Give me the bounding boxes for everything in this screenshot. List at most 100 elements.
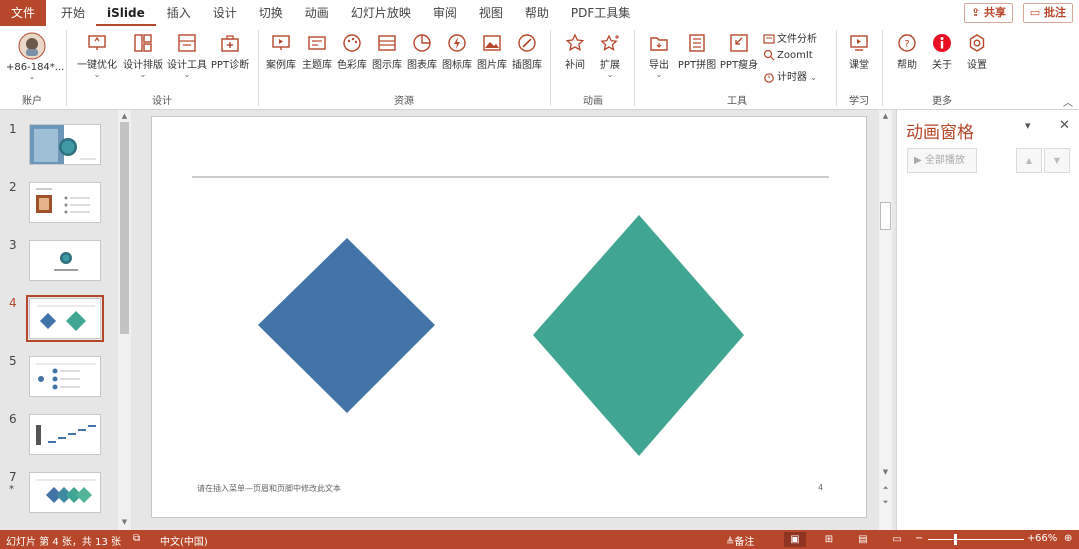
ppt-collage-button[interactable]: PPT拼图 — [676, 30, 718, 71]
slide-thumbnail-5[interactable] — [29, 356, 101, 397]
export-icon — [650, 37, 668, 51]
extend-button[interactable]: 扩展 ⌄ — [592, 30, 628, 79]
one-click-optimize-button[interactable]: 一键优化 ⌄ — [74, 30, 120, 79]
ppt-slim-button[interactable]: PPT瘦身 — [718, 30, 760, 71]
slide-5-preview — [36, 363, 96, 390]
pie-chart-icon — [413, 34, 431, 52]
group-divider — [634, 30, 635, 106]
tab-islide[interactable]: iSlide — [96, 0, 156, 26]
comments-button[interactable]: ▭ 批注 — [1022, 3, 1073, 23]
slide-thumbnail-1[interactable] — [29, 124, 101, 165]
thumbnails-scrollbar[interactable]: ▲ ▼ — [118, 110, 131, 530]
slide-sorter-button[interactable]: ⊞ — [818, 532, 840, 547]
color-library-button[interactable]: 色彩库 — [334, 30, 370, 71]
brush-icon — [518, 34, 536, 52]
zoom-slider-thumb[interactable] — [954, 534, 957, 545]
timer-button[interactable]: 计时器 ⌄ — [763, 68, 817, 83]
tab-insert[interactable]: 插入 — [156, 0, 202, 26]
move-earlier-button[interactable]: ▲ — [1016, 148, 1042, 173]
next-slide-icon[interactable]: ⏷ — [879, 496, 892, 508]
scrollbar-thumb[interactable] — [880, 202, 891, 230]
current-slide[interactable]: 请在插入菜单—页眉和页脚中修改此文本 4 — [151, 116, 867, 518]
chevron-down-icon: ⌄ — [810, 73, 817, 82]
settings-button[interactable]: 设置 — [960, 30, 994, 71]
zoom-slider[interactable] — [928, 534, 1024, 545]
group-label-more: 更多 — [932, 96, 952, 107]
tab-slideshow[interactable]: 幻灯片放映 — [340, 0, 422, 26]
tab-view[interactable]: 视图 — [468, 0, 514, 26]
scrollbar-thumb[interactable] — [120, 122, 129, 334]
about-button[interactable]: 关于 — [925, 30, 959, 71]
zoom-icon — [763, 49, 775, 61]
collapse-ribbon-icon[interactable]: ︿ — [1063, 94, 1073, 109]
left-diamond-shape — [258, 238, 435, 413]
classroom-button[interactable]: 课堂 — [842, 30, 876, 71]
status-bar: 幻灯片 第 4 张，共 13 张 ⧉ 中文(中国) ≜备注 ▣ ⊞ ▤ ▭ − … — [0, 530, 1079, 549]
slide-number: 1 — [9, 122, 17, 136]
slide-thumbnail-4[interactable] — [26, 295, 104, 342]
slideshow-button[interactable]: ▭ — [886, 532, 908, 547]
scroll-up-icon[interactable]: ▲ — [879, 110, 892, 122]
tab-design[interactable]: 设计 — [202, 0, 248, 26]
illustration-library-button[interactable]: 插图库 — [509, 30, 545, 71]
slide-number: 4 — [9, 296, 17, 310]
ribbon-tabs: 文件 开始 iSlide 插入 设计 切换 动画 幻灯片放映 审阅 视图 帮助 … — [0, 0, 1079, 26]
help-icon: ? — [898, 34, 916, 52]
slide-thumbnail-3[interactable] — [29, 240, 101, 281]
about-label: 关于 — [932, 60, 952, 71]
notes-button[interactable]: ≜备注 — [726, 533, 754, 548]
spellcheck-icon[interactable]: ⧉ — [133, 533, 140, 544]
file-analysis-button[interactable]: 文件分析 — [763, 30, 817, 45]
slide-number: 3 — [9, 238, 17, 252]
reading-view-button[interactable]: ▤ — [852, 532, 874, 547]
tab-review[interactable]: 审阅 — [422, 0, 468, 26]
scroll-down-icon[interactable]: ▼ — [879, 466, 892, 478]
account-button[interactable]: +86-184*... ⌄ — [6, 30, 64, 81]
gear-icon — [969, 34, 985, 52]
design-layout-button[interactable]: 设计排版 ⌄ — [120, 30, 166, 79]
scroll-up-icon[interactable]: ▲ — [118, 110, 131, 122]
editor-scrollbar[interactable]: ▲ ▼ ⏶ ⏷ — [879, 110, 892, 530]
case-library-button[interactable]: 案例库 — [263, 30, 299, 71]
tab-home[interactable]: 开始 — [50, 0, 96, 26]
zoom-out-icon[interactable]: − — [915, 533, 923, 544]
zoomit-button[interactable]: ZoomIt — [763, 49, 813, 61]
slide-thumbnail-2[interactable] — [29, 182, 101, 223]
share-button[interactable]: ⇪ 共享 — [963, 3, 1013, 23]
chart-library-button[interactable]: 图表库 — [404, 30, 440, 71]
slide-thumbnail-6[interactable] — [29, 414, 101, 455]
design-tools-button[interactable]: 设计工具 ⌄ — [164, 30, 210, 79]
group-label-design: 设计 — [152, 96, 172, 107]
help-button[interactable]: ? 帮助 — [890, 30, 924, 71]
language-indicator[interactable]: 中文(中国) — [160, 533, 208, 548]
move-later-button[interactable]: ▼ — [1044, 148, 1070, 173]
info-icon — [933, 34, 951, 52]
star-icon — [565, 33, 585, 51]
tween-button[interactable]: 补间 — [558, 30, 592, 71]
diagram-library-button[interactable]: 图示库 — [369, 30, 405, 71]
export-button[interactable]: 导出 ⌄ — [642, 30, 676, 79]
star-sparkle-icon — [600, 34, 619, 51]
close-icon[interactable]: ✕ — [1059, 118, 1070, 133]
theme-library-button[interactable]: 主题库 — [299, 30, 335, 71]
icon-library-button[interactable]: 图标库 — [439, 30, 475, 71]
zoom-level[interactable]: 66% — [1035, 533, 1057, 544]
tab-transitions[interactable]: 切换 — [248, 0, 294, 26]
pane-options-icon[interactable]: ▾ — [1025, 119, 1031, 132]
tab-file[interactable]: 文件 — [0, 0, 47, 26]
file-analysis-label: 文件分析 — [777, 34, 817, 45]
group-label-learning: 学习 — [849, 96, 869, 107]
fit-to-window-icon[interactable]: ⊕ — [1064, 533, 1072, 544]
tab-pdf-tools[interactable]: PDF工具集 — [560, 0, 641, 26]
presentation-icon — [272, 35, 290, 50]
tab-animations[interactable]: 动画 — [294, 0, 340, 26]
scroll-down-icon[interactable]: ▼ — [118, 516, 131, 528]
previous-slide-icon[interactable]: ⏶ — [879, 482, 892, 494]
normal-view-button[interactable]: ▣ — [784, 532, 806, 547]
tab-help[interactable]: 帮助 — [514, 0, 560, 26]
play-all-button[interactable]: ▶ 全部播放 — [907, 148, 977, 173]
ppt-diagnose-button[interactable]: PPT诊断 — [210, 30, 250, 71]
slide-6-preview — [36, 425, 96, 445]
slide-thumbnail-7[interactable] — [29, 472, 101, 513]
picture-library-button[interactable]: 图片库 — [474, 30, 510, 71]
